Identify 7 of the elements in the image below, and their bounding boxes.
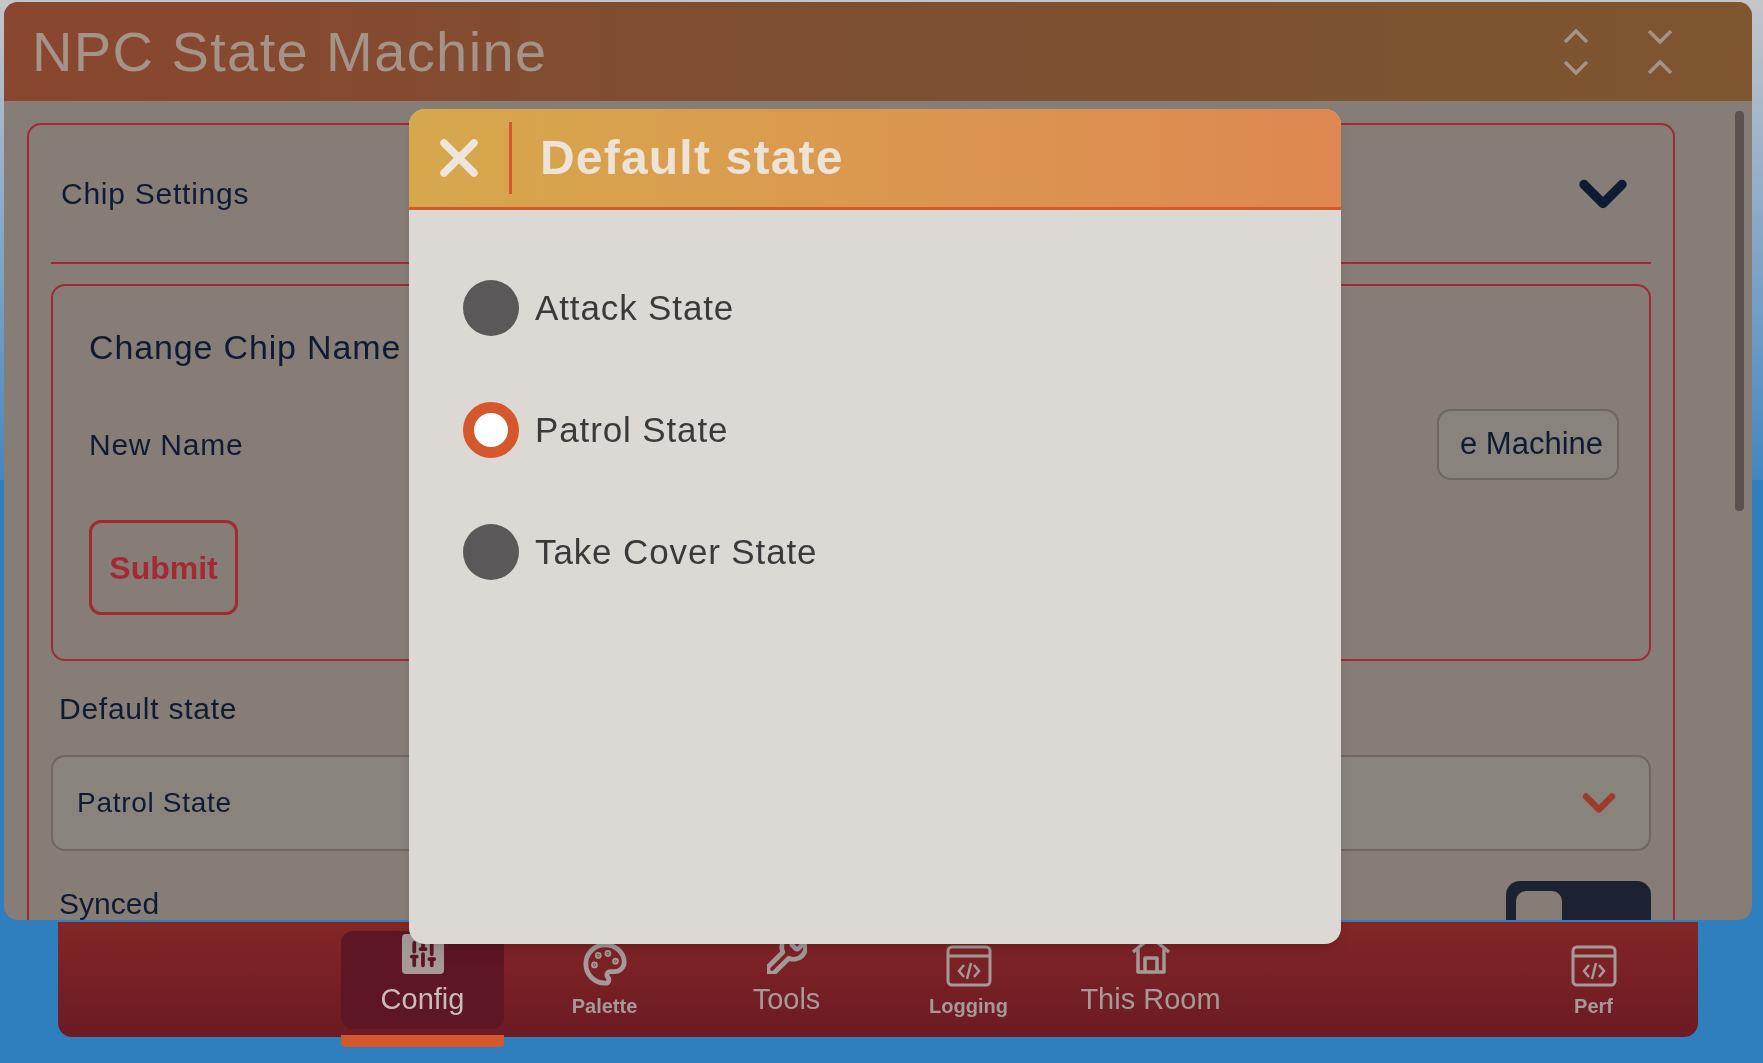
field-label: New Name xyxy=(89,427,244,463)
dialog-title: Default state xyxy=(540,130,844,186)
field-label: Default state xyxy=(59,691,239,727)
field-label: Synced xyxy=(59,886,160,920)
section-title: Chip Settings xyxy=(61,176,250,212)
card-title: Change Chip Name xyxy=(89,327,403,368)
window-title: NPC State Machine xyxy=(32,18,548,85)
